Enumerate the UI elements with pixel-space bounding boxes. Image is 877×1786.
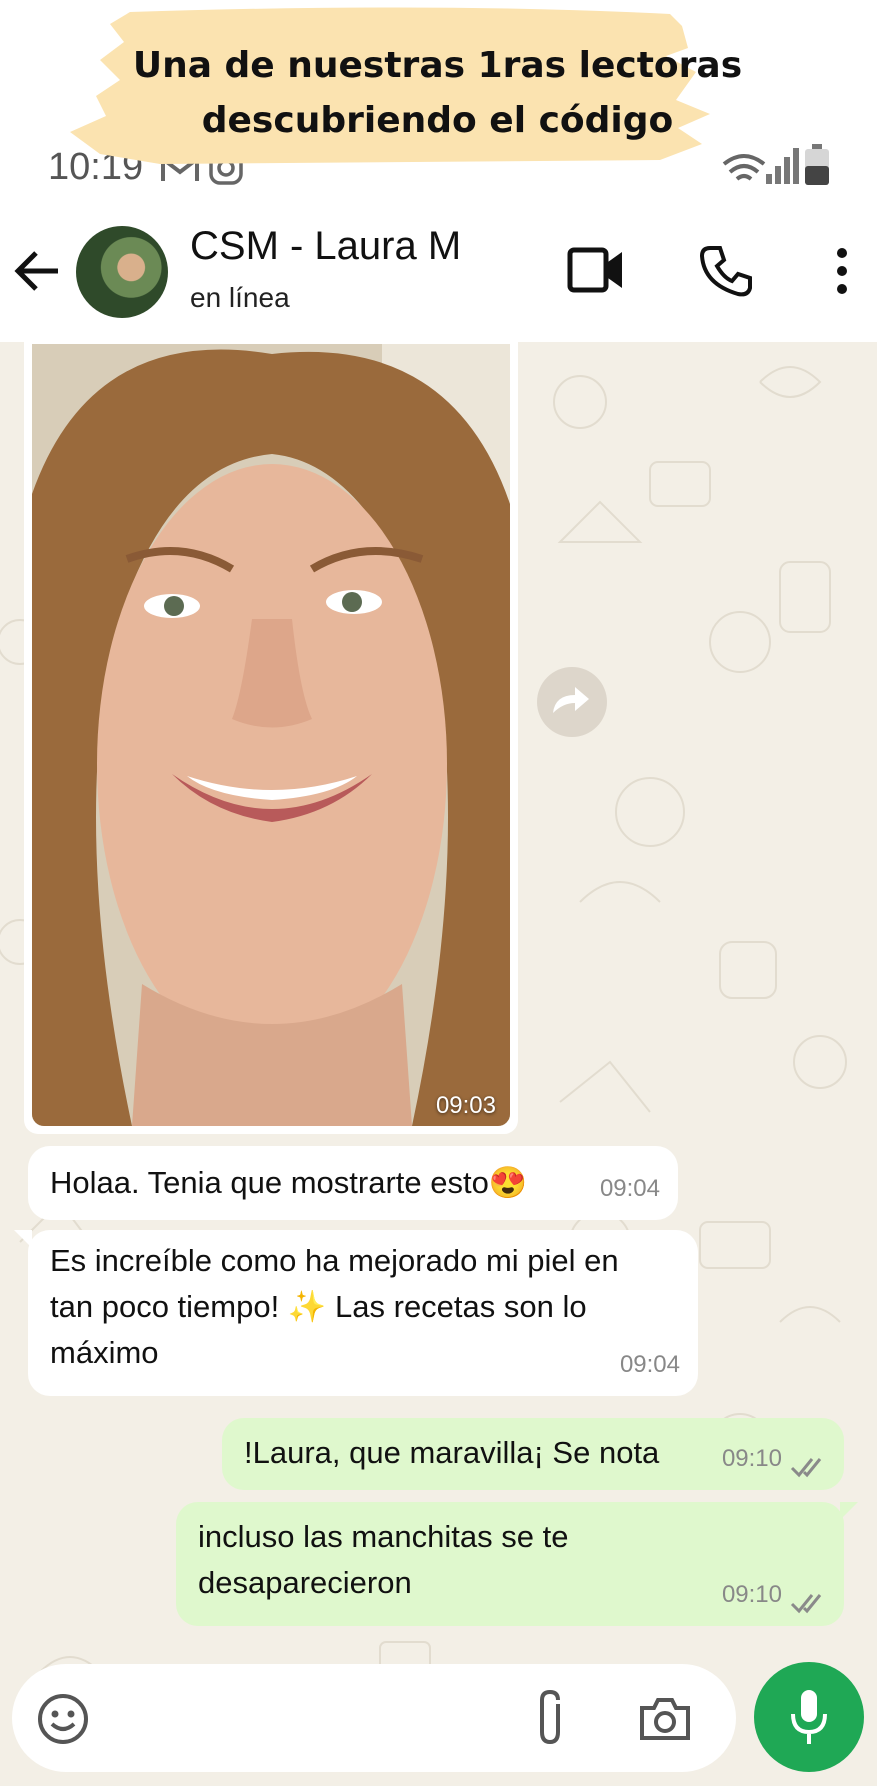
- emoji-icon[interactable]: [36, 1692, 90, 1746]
- message-line: máximo: [50, 1335, 159, 1370]
- shared-photo[interactable]: 09:03: [32, 344, 510, 1126]
- message-text: !Laura, que maravilla¡ Se nota: [244, 1435, 660, 1470]
- image-message[interactable]: 09:03: [24, 342, 518, 1134]
- outgoing-message[interactable]: !Laura, que maravilla¡ Se nota 09:10: [222, 1418, 844, 1490]
- message-line: Es increíble como ha mejorado mi piel en: [50, 1243, 619, 1278]
- message-time: 09:04: [599, 1175, 660, 1202]
- battery-icon: [805, 144, 829, 185]
- photo-timestamp: 09:03: [435, 1092, 496, 1119]
- banner-text: Una de nuestras 1ras lectoras descubrien…: [70, 38, 805, 148]
- message-time: 09:10: [721, 1445, 782, 1472]
- phone-icon[interactable]: [698, 244, 754, 300]
- bubble-tail: [14, 1230, 32, 1248]
- forward-button[interactable]: [537, 667, 607, 737]
- camera-icon[interactable]: [638, 1694, 692, 1742]
- banner-line-1: Una de nuestras 1ras lectoras: [132, 45, 743, 86]
- video-call-icon[interactable]: [566, 244, 626, 296]
- message-line: tan poco tiempo! ✨ Las recetas son lo: [50, 1289, 587, 1324]
- message-time: 09:10: [721, 1581, 782, 1608]
- outgoing-message[interactable]: incluso las manchitas se te desaparecier…: [176, 1502, 858, 1626]
- bubble-tail: [840, 1502, 858, 1520]
- message-line: incluso las manchitas se te: [198, 1519, 569, 1554]
- presence-status: en línea: [190, 282, 290, 313]
- double-check-icon: [790, 1458, 822, 1478]
- portrait-image: [32, 344, 510, 1126]
- chat-header: CSM - Laura M en línea: [0, 200, 877, 342]
- mic-icon: [791, 1690, 827, 1744]
- incoming-message[interactable]: Es increíble como ha mejorado mi piel en…: [14, 1230, 698, 1396]
- avatar[interactable]: [76, 226, 168, 318]
- message-input-bar[interactable]: [12, 1664, 736, 1772]
- incoming-message[interactable]: Holaa. Tenia que mostrarte esto😍 09:04: [28, 1146, 678, 1220]
- banner-line-2: descubriendo el código: [201, 100, 674, 141]
- forward-icon: [553, 687, 589, 713]
- message-time: 09:04: [619, 1351, 680, 1378]
- attach-icon[interactable]: [530, 1688, 570, 1748]
- contact-name[interactable]: CSM - Laura M: [190, 224, 461, 269]
- double-check-icon: [790, 1594, 822, 1614]
- mic-button[interactable]: [754, 1662, 864, 1772]
- more-vert-icon[interactable]: [834, 246, 850, 296]
- message-text: Holaa. Tenia que mostrarte esto😍: [50, 1165, 528, 1200]
- message-line: desaparecieron: [198, 1565, 412, 1600]
- back-arrow-icon[interactable]: [14, 248, 60, 294]
- caption-banner: Una de nuestras 1ras lectoras descubrien…: [70, 4, 805, 172]
- chat-area[interactable]: 09:03 Holaa. Tenia que mostrarte esto😍 0…: [0, 342, 877, 1786]
